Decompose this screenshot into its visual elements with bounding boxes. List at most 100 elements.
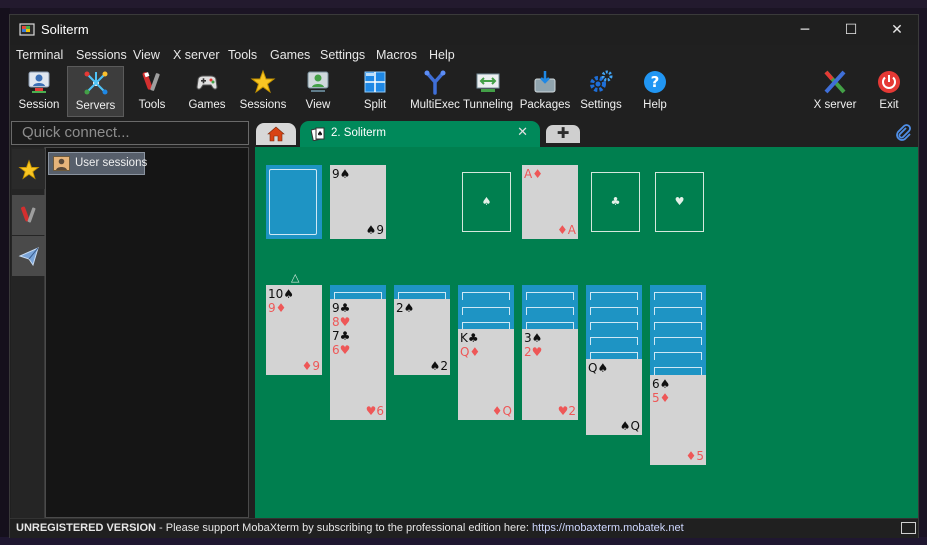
status-bar: UNREGISTERED VERSION - Please support Mo… [10, 518, 918, 538]
menu-sessions[interactable]: Sessions [76, 48, 127, 62]
tableau-column-7[interactable]: 6♠ 5♦ ♦5 [650, 375, 706, 465]
tab-close-icon[interactable]: ✕ [517, 125, 528, 140]
waste-card[interactable]: 9♠ ♠9 [330, 165, 386, 239]
card-corner-bottom: ♦5 [685, 449, 704, 463]
sessions-label: Sessions [239, 99, 287, 111]
stock-card-frame [269, 169, 317, 235]
tab-soliterm-label: 2. Soliterm [331, 127, 386, 139]
card-back-edge [654, 367, 702, 375]
cards-icon: ♠ [311, 127, 325, 141]
view-icon [307, 71, 329, 92]
menu-terminal[interactable]: Terminal [16, 48, 63, 62]
card-queen-spades: Q♠ [588, 361, 609, 375]
user-icon [53, 156, 70, 171]
card-corner-bottom: ♦Q [491, 404, 512, 418]
help-label: Help [643, 99, 667, 111]
mobatek-link[interactable]: https://mobaxterm.mobatek.net [532, 522, 684, 534]
foundation-diamonds[interactable]: A♦ ♦A [522, 165, 578, 239]
card-back-edge [654, 292, 702, 300]
menu-tools[interactable]: Tools [228, 48, 257, 62]
games-button[interactable]: Games [180, 66, 234, 117]
x-server-button[interactable]: X server [808, 66, 862, 117]
card-6-hearts: 6♥ [332, 343, 351, 357]
tunneling-icon [476, 73, 500, 92]
card-corner-bottom: ♦A [557, 223, 576, 237]
star-icon [18, 159, 40, 180]
tab-soliterm[interactable]: ♠ 2. Soliterm ✕ [300, 121, 540, 147]
face-down-stack [586, 285, 642, 365]
card-7-clubs: 7♣ [332, 329, 351, 343]
card-corner-bottom: ♥6 [365, 404, 384, 418]
menu-x-server[interactable]: X server [173, 48, 220, 62]
tableau-column-4[interactable]: K♣ Q♦ ♦Q [458, 329, 514, 420]
main-toolbar: Session Servers Tools Games Sessions Vie… [10, 65, 918, 119]
home-tab[interactable] [256, 123, 296, 145]
settings-label: Settings [580, 99, 622, 111]
background-desktop-strip [0, 0, 927, 8]
exit-button[interactable]: Exit [866, 66, 912, 117]
foundation-clubs[interactable]: ♣ [591, 172, 640, 232]
window-title: Soliterm [41, 22, 89, 37]
new-tab-button[interactable]: ✚ [546, 125, 580, 143]
minimize-button[interactable]: ─ [782, 15, 828, 45]
multiexec-button[interactable]: MultiExec [407, 66, 463, 117]
card-corner-bottom: ♠Q [619, 419, 640, 433]
card-back-edge [462, 307, 510, 315]
recycle-stock-icon[interactable]: △ [291, 271, 299, 284]
status-message: UNREGISTERED VERSION - Please support Mo… [16, 522, 684, 534]
sidebar-tools-tab[interactable] [12, 195, 45, 235]
foundation-hearts[interactable]: ♥ [655, 172, 704, 232]
session-button[interactable]: Session [13, 66, 65, 117]
tools-icon [21, 206, 36, 223]
background-taskbar-edge [0, 537, 927, 545]
split-icon [364, 71, 386, 93]
sidebar-sessions-tab[interactable] [12, 149, 45, 189]
tableau-column-6[interactable]: Q♠ ♠Q [586, 359, 642, 435]
paperclip-icon[interactable] [894, 124, 912, 142]
split-button[interactable]: Split [350, 66, 400, 117]
card-back-edge [526, 292, 574, 300]
servers-label: Servers [75, 100, 116, 112]
packages-button[interactable]: Packages [518, 66, 572, 117]
servers-button[interactable]: Servers [67, 66, 124, 117]
tools-button[interactable]: Tools [126, 66, 178, 117]
face-down-stack [458, 285, 514, 335]
close-window-button[interactable]: ✕ [874, 15, 920, 45]
face-down-stack [650, 285, 706, 381]
tableau-column-5[interactable]: 3♠ 2♥ ♥2 [522, 329, 578, 420]
menu-settings[interactable]: Settings [320, 48, 365, 62]
help-button[interactable]: ? Help [630, 66, 680, 117]
support-message: - Please support MobaXterm by subscribin… [155, 522, 533, 534]
maximize-button[interactable]: ☐ [828, 15, 874, 45]
card-back-edge [590, 337, 638, 345]
quick-connect-input[interactable]: Quick connect... [11, 121, 249, 145]
sessions-tree: User sessions [45, 147, 249, 518]
card-3-spades: 3♠ [524, 331, 543, 345]
menu-macros[interactable]: Macros [376, 48, 417, 62]
tableau-column-2[interactable]: 9♣ 8♥ 7♣ 6♥ ♥6 [330, 299, 386, 420]
sidebar-rail [11, 147, 45, 518]
terminal-window-icon[interactable] [901, 522, 916, 534]
tunneling-button[interactable]: Tunneling [462, 66, 514, 117]
card-corner-bottom: ♠9 [365, 223, 384, 237]
tableau-column-3[interactable]: 2♠ ♠2 [394, 299, 450, 375]
card-back-edge [462, 292, 510, 300]
card-9-clubs: 9♣ [332, 301, 351, 315]
view-label: View [305, 99, 331, 111]
tableau-column-1[interactable]: 10♠ 9♦ ♦9 [266, 285, 322, 375]
sessions-button[interactable]: Sessions [237, 66, 289, 117]
menu-view[interactable]: View [133, 48, 160, 62]
foundation-spades[interactable]: ♠ [462, 172, 511, 232]
unregistered-label: UNREGISTERED VERSION [16, 522, 156, 534]
menu-help[interactable]: Help [429, 48, 455, 62]
sidebar-macros-tab[interactable] [12, 236, 45, 276]
face-down-stack [522, 285, 578, 335]
settings-button[interactable]: Settings [576, 66, 626, 117]
menu-games[interactable]: Games [270, 48, 310, 62]
multiexec-icon [424, 70, 446, 95]
view-button[interactable]: View [293, 66, 343, 117]
user-sessions-folder[interactable]: User sessions [48, 152, 147, 175]
stock-pile[interactable] [266, 165, 322, 239]
card-back-edge [526, 307, 574, 315]
tab-strip: ♠ 2. Soliterm ✕ ✚ [254, 121, 918, 147]
